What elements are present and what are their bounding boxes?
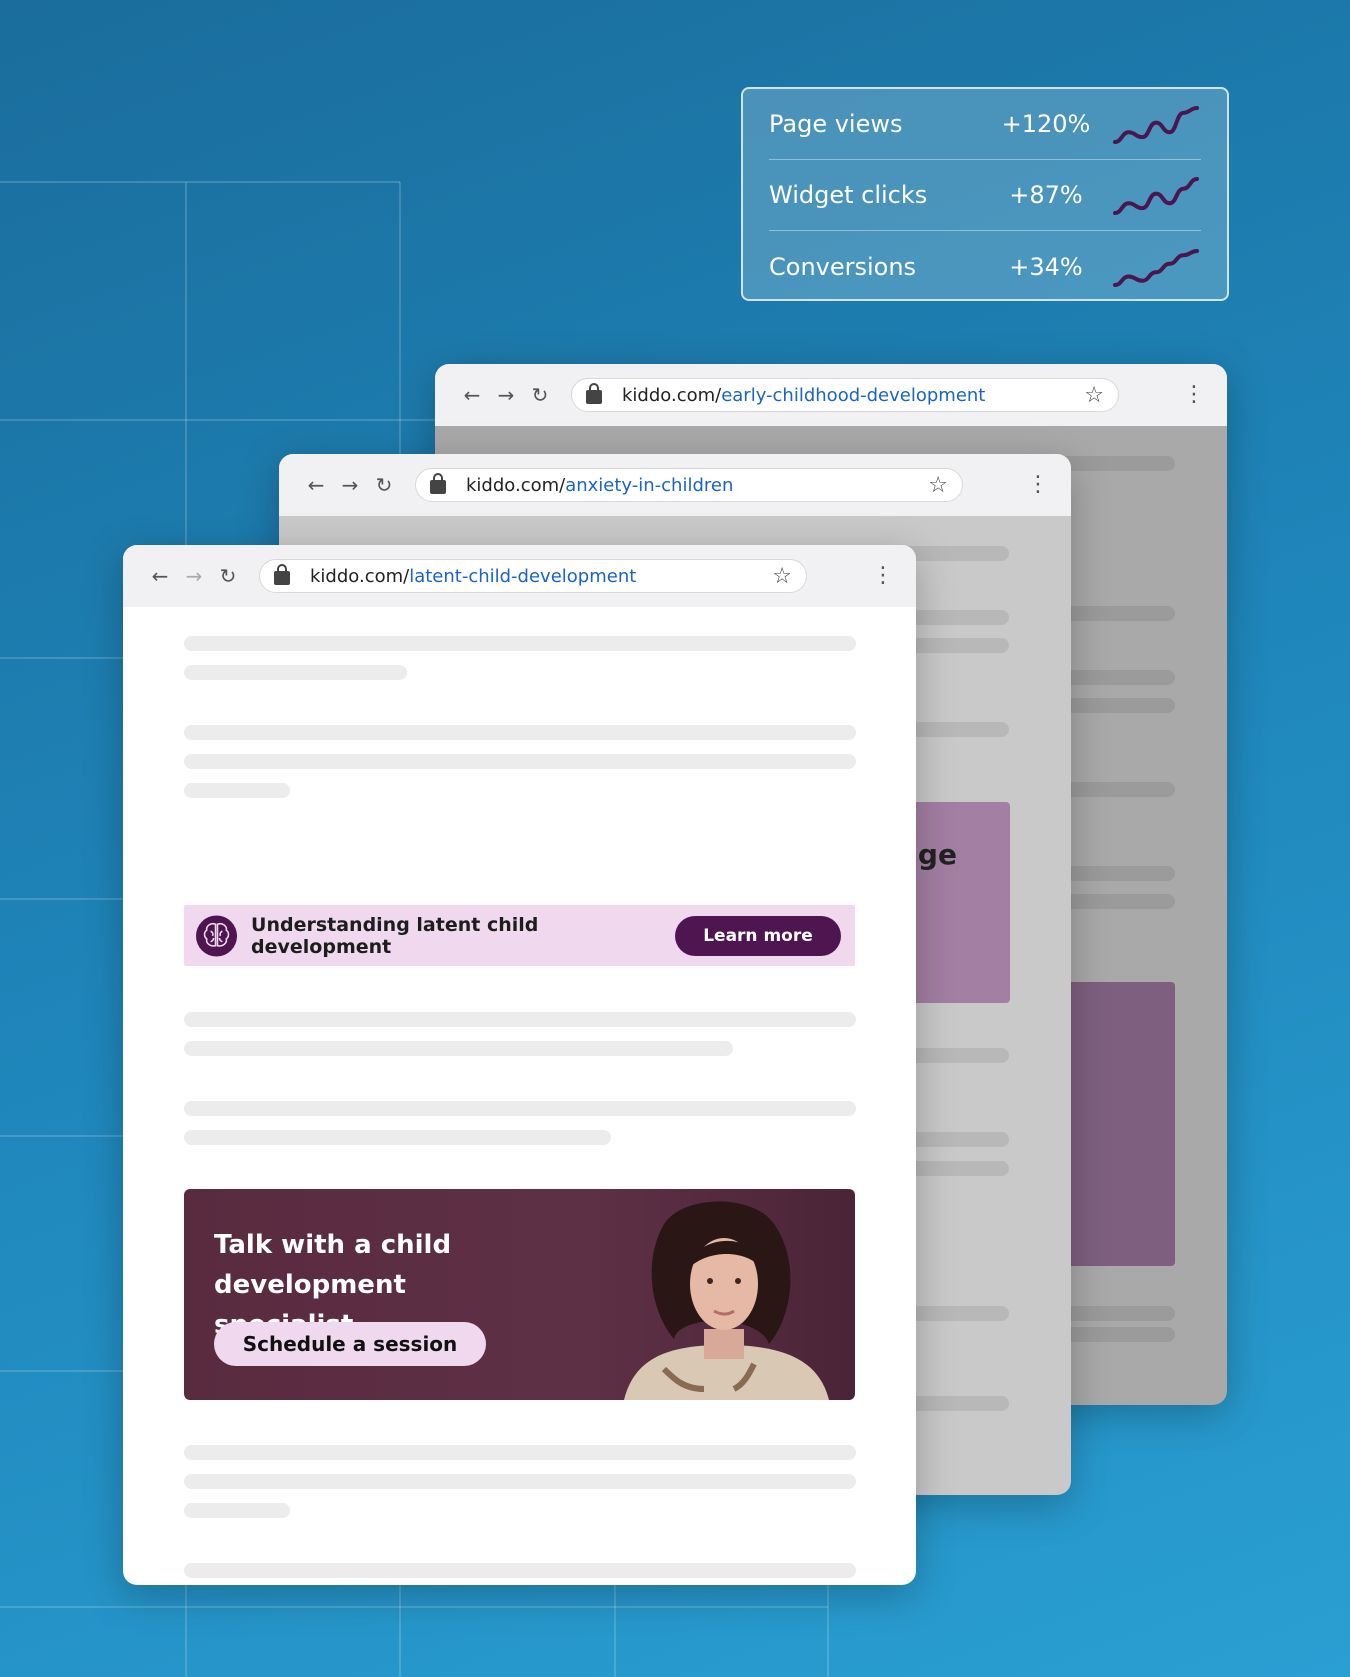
stat-row-conversions: Conversions +34% — [769, 231, 1201, 302]
star-icon[interactable]: ☆ — [928, 473, 948, 498]
skeleton-line — [184, 1445, 856, 1460]
skeleton-line — [184, 636, 856, 651]
lock-icon — [586, 383, 602, 404]
skeleton-line — [184, 1041, 733, 1056]
kebab-menu-icon[interactable]: ⋮ — [1183, 384, 1205, 406]
browser-toolbar: ← → ↻ kiddo.com/latent-child-development ☆ … — [123, 545, 916, 607]
skeleton-line — [184, 1130, 611, 1145]
sparkline-icon — [1113, 177, 1199, 215]
sparkline-path — [1113, 177, 1199, 215]
skeleton-line — [184, 1474, 856, 1489]
page-content: Understanding latent child development L… — [123, 607, 916, 1585]
lock-icon — [274, 564, 290, 585]
skeleton-line — [184, 1563, 856, 1578]
star-icon[interactable]: ☆ — [772, 564, 792, 589]
browser-toolbar: ← → ↻ kiddo.com/early-childhood-developmen… — [435, 364, 1227, 426]
promo-block — [1055, 982, 1175, 1266]
address-bar[interactable]: kiddo.com/anxiety-in-children ☆ — [415, 468, 963, 502]
reload-icon[interactable]: ↻ — [367, 473, 401, 497]
address-bar[interactable]: kiddo.com/latent-child-development ☆ — [259, 559, 807, 593]
schedule-session-button[interactable]: Schedule a session — [214, 1322, 486, 1366]
kebab-menu-icon[interactable]: ⋮ — [872, 565, 894, 587]
specialist-ad: Talk with a child development specialist… — [184, 1189, 855, 1400]
reload-icon[interactable]: ↻ — [211, 564, 245, 588]
star-icon[interactable]: ☆ — [1084, 383, 1104, 408]
forward-arrow-icon[interactable]: → — [333, 473, 367, 497]
learn-more-button[interactable]: Learn more — [675, 915, 841, 956]
promo-banner: Understanding latent child development L… — [184, 905, 855, 966]
browser-window-front: ← → ↻ kiddo.com/latent-child-development ☆ … — [123, 545, 916, 1585]
skeleton-line — [184, 1503, 290, 1518]
stat-row-widget-clicks: Widget clicks +87% — [769, 160, 1201, 231]
specialist-photo — [624, 1201, 829, 1400]
brain-icon — [196, 914, 238, 957]
lock-icon — [430, 473, 446, 494]
back-arrow-icon[interactable]: ← — [143, 564, 177, 588]
forward-arrow-icon[interactable]: → — [489, 383, 523, 407]
forward-arrow-icon[interactable]: → — [177, 564, 211, 588]
skeleton-line — [184, 754, 856, 769]
back-arrow-icon[interactable]: ← — [455, 383, 489, 407]
skeleton-line — [184, 1101, 856, 1116]
sparkline-icon — [1113, 248, 1199, 287]
sparkline-icon — [1113, 106, 1199, 144]
browser-toolbar: ← → ↻ kiddo.com/anxiety-in-children ☆ ⋮ — [279, 454, 1071, 516]
skeleton-line — [184, 665, 407, 680]
kebab-menu-icon[interactable]: ⋮ — [1027, 474, 1049, 496]
stats-card: Page views +120% Widget clicks +87% Conver… — [741, 87, 1229, 301]
sparkline-path — [1113, 248, 1199, 287]
skeleton-line — [184, 783, 290, 798]
stat-row-page-views: Page views +120% — [769, 89, 1201, 160]
back-arrow-icon[interactable]: ← — [299, 473, 333, 497]
reload-icon[interactable]: ↻ — [523, 383, 557, 407]
skeleton-line — [184, 725, 856, 740]
skeleton-line — [184, 1012, 856, 1027]
address-bar[interactable]: kiddo.com/early-childhood-development ☆ — [571, 378, 1119, 412]
sparkline-path — [1113, 106, 1199, 144]
